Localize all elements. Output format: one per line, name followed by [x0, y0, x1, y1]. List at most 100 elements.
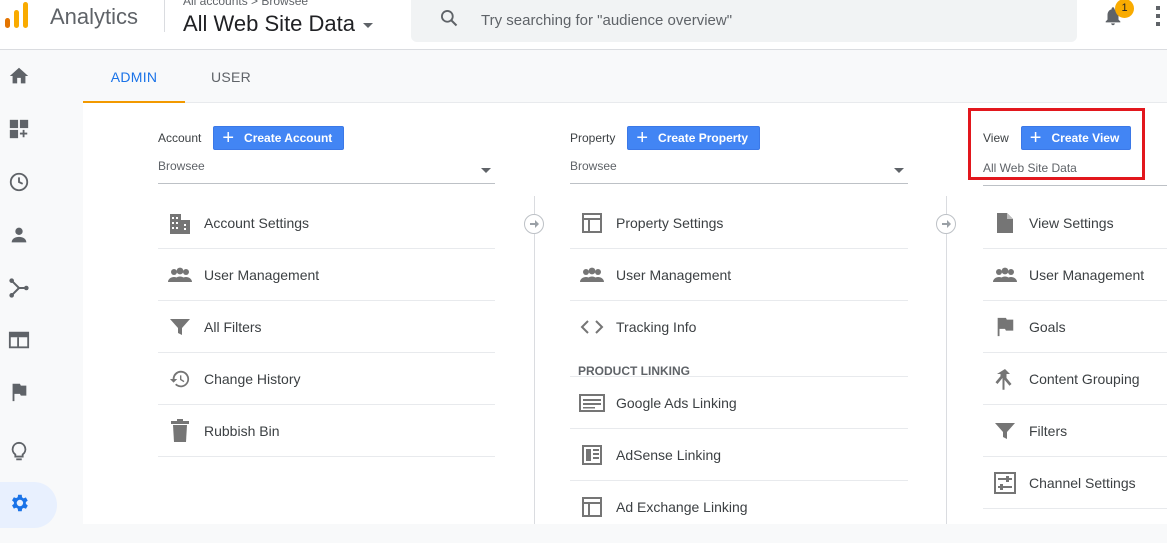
- realtime-clock-icon: [8, 171, 30, 198]
- nav-realtime[interactable]: [0, 161, 57, 207]
- analytics-logo-icon[interactable]: [2, 2, 30, 30]
- nav-home[interactable]: [0, 55, 57, 101]
- nav-discover[interactable]: [0, 431, 57, 477]
- content-grouping-item[interactable]: Content Grouping: [983, 353, 1167, 405]
- search-icon: [439, 8, 459, 33]
- building-icon: [158, 212, 202, 234]
- people-icon: [158, 267, 202, 283]
- conversions-flag-icon: [8, 381, 30, 408]
- dropdown-arrow-icon: [481, 168, 491, 173]
- all-filters-item[interactable]: All Filters: [158, 301, 495, 353]
- product-linking-heading: PRODUCT LINKING: [570, 353, 908, 378]
- bottom-strip: [83, 524, 1167, 543]
- property-user-management-item[interactable]: User Management: [570, 249, 908, 301]
- tab-user[interactable]: USER: [211, 51, 251, 103]
- search-bar[interactable]: [411, 0, 1077, 42]
- people-icon: [983, 267, 1027, 283]
- create-account-button[interactable]: + Create Account: [213, 126, 345, 150]
- create-property-label: Create Property: [658, 131, 749, 145]
- tab-admin[interactable]: ADMIN: [83, 51, 185, 103]
- ads-icon: [570, 393, 614, 412]
- account-selected: Browsee: [158, 159, 205, 173]
- home-icon: [8, 65, 30, 92]
- nav-admin[interactable]: [0, 482, 57, 528]
- account-column-header: Account + Create Account: [158, 126, 345, 150]
- nav-audience[interactable]: [0, 214, 57, 260]
- account-select[interactable]: Browsee: [158, 159, 495, 184]
- acquisition-icon: [8, 277, 30, 304]
- adsense-icon: [570, 444, 614, 466]
- goals-item[interactable]: Goals: [983, 301, 1167, 353]
- caret-down-icon: [363, 22, 374, 28]
- nav-behavior[interactable]: [0, 319, 57, 365]
- top-bar: Analytics All accounts > Browsee All Web…: [0, 0, 1167, 50]
- breadcrumb[interactable]: All accounts > Browsee: [183, 0, 308, 8]
- property-column-header: Property + Create Property: [570, 126, 761, 150]
- create-view-highlight-box: [968, 108, 1145, 180]
- google-ads-linking-item[interactable]: Google Ads Linking: [570, 377, 908, 429]
- property-selected: Browsee: [570, 159, 617, 173]
- view-settings-item[interactable]: View Settings: [983, 197, 1167, 249]
- nav-acquisition[interactable]: [0, 267, 57, 313]
- nav-customization[interactable]: [0, 108, 57, 154]
- tab-bar: ADMIN USER: [83, 51, 1167, 103]
- channel-settings-label: Channel Settings: [1029, 474, 1136, 491]
- account-settings-label: Account Settings: [204, 214, 310, 231]
- account-user-management-label: User Management: [204, 266, 320, 283]
- admin-gear-icon: [8, 492, 30, 519]
- document-icon: [983, 212, 1027, 234]
- google-ads-linking-label: Google Ads Linking: [616, 394, 737, 411]
- property-user-management-label: User Management: [616, 266, 732, 283]
- tracking-info-item[interactable]: Tracking Info: [570, 301, 908, 353]
- audience-person-icon: [8, 224, 30, 251]
- trash-icon: [158, 418, 202, 443]
- filter-icon: [158, 317, 202, 337]
- view-menu: View Settings User Management Goals Cont…: [983, 197, 1167, 509]
- window-icon: [570, 212, 614, 234]
- channel-settings-item[interactable]: Channel Settings: [983, 457, 1167, 509]
- goals-label: Goals: [1029, 318, 1066, 335]
- view-user-management-label: User Management: [1029, 266, 1145, 283]
- column-divider: [534, 196, 535, 524]
- rubbish-bin-item[interactable]: Rubbish Bin: [158, 405, 495, 457]
- view-settings-label: View Settings: [1029, 214, 1114, 231]
- create-property-button[interactable]: + Create Property: [627, 126, 761, 150]
- nav-conversions[interactable]: [0, 371, 57, 417]
- more-menu-icon[interactable]: [1156, 6, 1160, 30]
- ad-exchange-linking-label: Ad Exchange Linking: [616, 499, 748, 515]
- channel-settings-icon: [983, 471, 1027, 494]
- view-user-management-item[interactable]: User Management: [983, 249, 1167, 301]
- property-selector[interactable]: All Web Site Data: [183, 11, 374, 37]
- column-divider: [946, 196, 947, 524]
- property-settings-label: Property Settings: [616, 214, 724, 231]
- filters-label: Filters: [1029, 422, 1068, 439]
- property-select[interactable]: Browsee: [570, 159, 908, 184]
- property-title: All Web Site Data: [183, 11, 356, 36]
- filter-icon: [983, 421, 1027, 441]
- content-grouping-label: Content Grouping: [1029, 370, 1140, 387]
- arrow-right-icon: [524, 214, 544, 234]
- history-icon: [158, 368, 202, 390]
- account-settings-item[interactable]: Account Settings: [158, 197, 495, 249]
- adsense-linking-item[interactable]: AdSense Linking: [570, 429, 908, 481]
- property-settings-item[interactable]: Property Settings: [570, 197, 908, 249]
- tracking-info-label: Tracking Info: [616, 319, 697, 335]
- create-account-label: Create Account: [244, 131, 333, 145]
- search-input[interactable]: [481, 11, 981, 29]
- account-user-management-item[interactable]: User Management: [158, 249, 495, 301]
- plus-icon: +: [636, 127, 649, 149]
- window-icon: [570, 496, 614, 518]
- filters-item[interactable]: Filters: [983, 405, 1167, 457]
- account-label: Account: [158, 131, 202, 145]
- header-divider: [164, 0, 165, 32]
- property-menu: Property Settings User Management Tracki…: [570, 197, 908, 533]
- code-icon: [570, 319, 614, 335]
- rubbish-bin-label: Rubbish Bin: [204, 422, 280, 439]
- notification-badge: 1: [1115, 0, 1134, 18]
- dropdown-arrow-icon: [894, 168, 904, 173]
- merge-icon: [983, 368, 1027, 390]
- app-name: Analytics: [50, 4, 139, 29]
- change-history-item[interactable]: Change History: [158, 353, 495, 405]
- account-menu: Account Settings User Management All Fil…: [158, 197, 495, 457]
- people-icon: [570, 267, 614, 283]
